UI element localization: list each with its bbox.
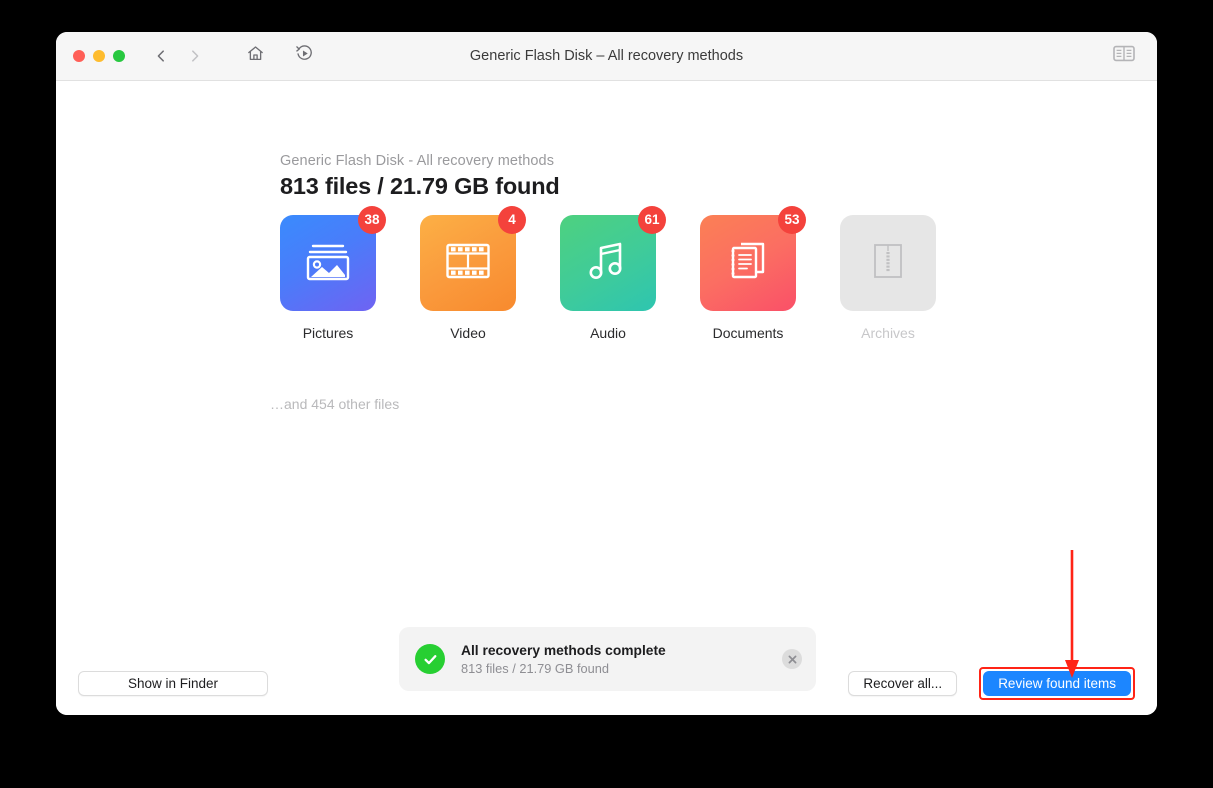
category-thumb: 4 [420,206,526,311]
category-label: Documents [712,325,784,341]
category-badge: 53 [778,206,806,234]
category-badge: 4 [498,206,526,234]
traffic-lights [73,50,125,62]
main-content: Generic Flash Disk - All recovery method… [56,81,1157,715]
category-label: Video [450,325,486,341]
category-tile-video[interactable]: 4 Video [420,206,526,341]
archive-zip-icon [869,241,907,286]
home-button[interactable] [246,44,265,68]
navigation-buttons [154,49,202,63]
review-found-items-highlight: Review found items [979,666,1135,700]
photo-icon [304,239,352,288]
rescan-button[interactable] [295,44,314,68]
category-label: Archives [861,325,915,341]
window-title: Generic Flash Disk – All recovery method… [469,48,744,64]
results-subtitle: Generic Flash Disk - All recovery method… [280,153,555,169]
category-thumb: 53 [700,206,806,311]
results-heading: Generic Flash Disk - All recovery method… [280,153,560,200]
sidebar-panel-toggle-button[interactable] [1113,45,1135,67]
sidebar-panel-icon [1113,45,1135,67]
category-tiles: 38 Pictures 4 Video 61 Audio 53 Document… [280,206,936,341]
footer-bar: Show in Finder Recover all... Review fou… [56,651,1157,715]
category-thumb [840,215,936,311]
results-title: 813 files / 21.79 GB found [280,173,560,199]
minimize-window-button[interactable] [93,50,105,62]
app-window: Generic Flash Disk – All recovery method… [56,32,1157,715]
close-window-button[interactable] [73,50,85,62]
music-note-icon [587,239,629,288]
film-icon [445,241,491,286]
other-files-text: …and 454 other files [270,396,400,412]
show-in-finder-button[interactable]: Show in Finder [78,670,268,696]
category-badge: 38 [358,206,386,234]
review-found-items-button[interactable]: Review found items [983,670,1131,696]
category-thumb: 61 [560,206,666,311]
documents-icon [725,239,771,288]
footer-actions: Recover all... Review found items [848,666,1135,700]
category-thumb: 38 [280,206,386,311]
category-label: Pictures [302,325,354,341]
window-titlebar: Generic Flash Disk – All recovery method… [56,32,1157,81]
category-badge: 61 [638,206,666,234]
rescan-play-icon [295,44,314,68]
category-tile-archives: Archives [840,215,936,341]
chevron-left-icon[interactable] [154,49,168,63]
category-tile-audio[interactable]: 61 Audio [560,206,666,341]
zoom-window-button[interactable] [113,50,125,62]
home-icon [246,44,265,68]
category-label: Audio [590,325,626,341]
chevron-right-icon[interactable] [188,49,202,63]
category-tile-documents[interactable]: 53 Documents [700,206,806,341]
recover-all-button[interactable]: Recover all... [848,670,958,696]
category-tile-pictures[interactable]: 38 Pictures [280,206,386,341]
